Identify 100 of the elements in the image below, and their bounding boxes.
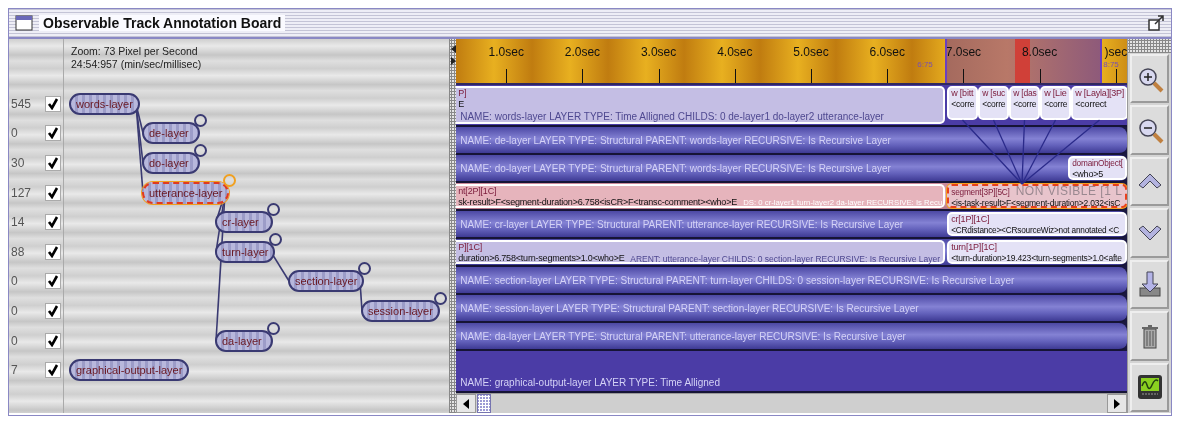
layer-description: NAME: words-layer LAYER TYPE: Time Alligned CHILDS: 0 de-layer1 do-layer2 utterance-layer	[460, 111, 884, 123]
layer-track[interactable]: cr[1P][1C] <CRdistance><CRsourceWiz>not annotated <C NAME: cr-layer LAYER TYPE: Structural PARENT: utterance-layer RECURSIVE: Is Recursive Layer	[456, 211, 1128, 239]
zoom-in-button[interactable]	[1130, 53, 1169, 104]
visibility-checkbox[interactable]	[45, 273, 61, 290]
visibility-checkbox[interactable]	[45, 155, 61, 171]
layer-description: NAME: graphical-output-layer LAYER TYPE: Time Alligned	[460, 377, 720, 389]
layer-node[interactable]: cr-layer	[215, 211, 273, 234]
layer-node[interactable]: words-layer	[69, 92, 140, 115]
scroll-thumb[interactable]	[477, 394, 492, 413]
tick-label: )sec	[1104, 44, 1128, 61]
annotation-text: <CRdistance><CRsourceWiz>not annotated <C	[951, 225, 1119, 236]
annotation-text: domainObject[	[1072, 158, 1123, 169]
annotation-box[interactable]: w [das <corre	[1009, 86, 1041, 120]
layer-node[interactable]: de-layer	[142, 122, 200, 145]
layer-track[interactable]: P][1C] duration>6.758<turn-segments>1.0<who>E ARENT: utterance-layer CHILDS: 0 section-layer RECURSIVE: Is Recursive Layer turn[1P][1C] <turn-duration>19.423<turn-segments>1.0<afte	[456, 239, 1128, 267]
annotation-text: <correct	[1075, 99, 1107, 110]
tick-mark	[582, 69, 584, 83]
visibility-checkbox[interactable]	[45, 332, 61, 349]
splitter-handle[interactable]	[450, 39, 457, 413]
layer-description: NAME: session-layer LAYER TYPE: Structural PARENT: section-layer RECURSIVE: Is Recursive Layer	[460, 303, 919, 315]
annotation-count: 0	[10, 332, 19, 350]
tick-label: 2.0sec	[564, 44, 601, 61]
delete-button[interactable]	[1130, 311, 1169, 361]
layer-track[interactable]: P] E NAME: words-layer LAYER TYPE: Time Alligned CHILDS: 0 de-layer1 do-layer2 utterance-layer w [bitt <corre w [suc <corre w [das <corre w [Lie <corre w [Layla][3P] <correct	[456, 85, 1128, 127]
annotation-text: w [das	[1013, 88, 1037, 99]
layer-node[interactable]: turn-layer	[215, 240, 276, 263]
marker-line	[1100, 39, 1103, 83]
visibility-checkbox[interactable]	[45, 125, 61, 142]
tick-label: 6.0sec	[869, 44, 905, 61]
layer-track[interactable]	[456, 183, 1128, 211]
tick-mark	[1115, 69, 1117, 83]
scroll-right-button[interactable]	[1107, 394, 1128, 413]
annotation-count: 127	[10, 184, 33, 202]
annotation-count: 545	[10, 95, 33, 113]
non-visible-label: NON VISIBLE [1 L	[1015, 184, 1123, 198]
annotation-text: <turn-duration>19.423<turn-segments>1.0<afte	[951, 253, 1122, 264]
annotation-text: turn[1P][1C]	[951, 242, 997, 253]
visibility-checkbox[interactable]	[45, 302, 61, 319]
visibility-checkbox[interactable]	[45, 362, 61, 379]
annotation-text: sk-result>F<segment-duration>6.758<isCR>F<transc-comment><who>E	[458, 197, 737, 208]
visibility-checkbox[interactable]	[45, 214, 61, 231]
tick-mark	[963, 69, 965, 83]
annotation-box[interactable]: cr[1P][1C] <CRdistance><CRsourceWiz>not annotated <C	[947, 212, 1128, 236]
tick-label: 3.0sec	[640, 44, 677, 61]
annotation-box[interactable]: w [bitt <corre	[947, 86, 979, 120]
tick-label: 5.0sec	[793, 44, 829, 61]
visibility-checkbox[interactable]	[45, 243, 61, 260]
layer-node[interactable]: graphical-output-layer	[69, 359, 190, 382]
move-up-button[interactable]	[1130, 156, 1169, 207]
layer-description: NAME: do-layer LAYER TYPE: Structural PARENT: words-layer RECURSIVE: Is Recursive Layer	[460, 163, 891, 175]
annotation-count: 0	[10, 125, 19, 143]
window-icon	[15, 14, 33, 32]
annotation-box[interactable]: w [suc <corre	[978, 86, 1010, 120]
visibility-checkbox[interactable]	[45, 95, 61, 112]
visibility-checkbox[interactable]	[45, 184, 61, 201]
horizontal-scrollbar[interactable]	[456, 393, 1128, 413]
maximize-icon[interactable]	[1147, 14, 1165, 32]
scroll-left-button[interactable]	[456, 394, 477, 413]
annotation-count: 30	[10, 155, 26, 172]
layer-node[interactable]: utterance-layer	[142, 181, 230, 204]
move-down-button[interactable]	[1130, 208, 1169, 258]
zoom-time-text: 24:54:957 (min/sec/millisec)	[71, 58, 203, 71]
zoom-out-button[interactable]	[1130, 105, 1169, 155]
annotation-count: 88	[10, 243, 26, 261]
window-title: Observable Track Annotation Board	[39, 14, 286, 32]
annotation-box[interactable]: segment[3P][5C] NON VISIBLE [1 L <is-task-result>F<segment-duration>2.032<isC	[947, 184, 1128, 208]
layer-node[interactable]: section-layer	[288, 270, 365, 293]
layer-description: NAME: da-layer LAYER TYPE: Structural PARENT: utterance-layer RECURSIVE: Is Recursive Layer	[460, 331, 906, 343]
layer-track[interactable]: domainObject[ <who>5 NAME: do-layer LAYER TYPE: Structural PARENT: words-layer RECURSIVE: Is Recursive Layer	[456, 155, 1128, 183]
annotation-text: E	[458, 99, 465, 110]
signal-monitor-button[interactable]	[1130, 362, 1169, 412]
layer-track[interactable]: NAME: graphical-output-layer LAYER TYPE: Time Alligned	[456, 351, 1128, 393]
annotation-text: <corre	[951, 99, 975, 110]
layer-description: ARENT: utterance-layer CHILDS: 0 section-layer RECURSIVE: Is Recursive Layer	[630, 253, 941, 265]
toolbar-grip[interactable]	[1128, 39, 1171, 53]
annotation-text: w [Lie	[1044, 88, 1067, 99]
layer-node[interactable]: da-layer	[215, 329, 273, 352]
import-button[interactable]	[1130, 259, 1169, 310]
marker-line	[945, 39, 948, 83]
annotation-box[interactable]: w [Lie <corre	[1040, 86, 1072, 120]
layer-node[interactable]: session-layer	[361, 300, 440, 322]
layer-description: NAME: section-layer LAYER TYPE: Structural PARENT: turn-layer CHILDS: 0 session-layer RECURSIVE: Is Recursive Layer	[460, 275, 1015, 287]
tick-label: 8.0sec	[1021, 44, 1058, 61]
annotation-text: P]	[458, 88, 467, 99]
annotation-text: <corre	[1044, 99, 1068, 110]
annotation-text: <corre	[982, 99, 1006, 110]
layer-node[interactable]: do-layer	[142, 152, 200, 174]
tick-mark	[658, 69, 660, 83]
annotation-box[interactable]: domainObject[ <who>5	[1068, 156, 1128, 180]
tick-mark	[734, 69, 736, 83]
zoom-scale-text: Zoom: 73 Pixel per Second	[71, 45, 199, 58]
tick-mark	[811, 69, 812, 83]
left-arrow-icon	[463, 398, 470, 409]
annotation-box[interactable]: turn[1P][1C] <turn-duration>19.423<turn-segments>1.0<afte	[947, 240, 1128, 264]
annotation-text: P][1C]	[458, 242, 483, 253]
annotation-count: 14	[10, 214, 26, 232]
annotation-text: cr[1P][1C]	[951, 214, 990, 225]
annotation-text: w [bitt	[951, 88, 974, 99]
annotation-box[interactable]: w [Layla][3P] <correct	[1071, 86, 1128, 120]
tick-label: 1.0sec	[488, 44, 524, 61]
